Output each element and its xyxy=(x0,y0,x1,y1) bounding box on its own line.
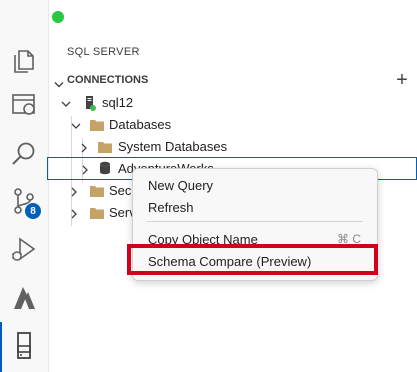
server-icon xyxy=(83,95,97,114)
menu-item-shortcut: ⌘ C xyxy=(337,232,361,246)
menu-item-label: Refresh xyxy=(148,200,194,215)
folder-icon xyxy=(90,185,104,200)
remote-explorer-icon[interactable] xyxy=(8,88,40,120)
activity-bar: 8 xyxy=(0,0,49,372)
menu-item-label: Schema Compare (Preview) xyxy=(148,254,312,269)
connections-label: CONNECTIONS xyxy=(67,74,149,86)
sidebar-title: SQL SERVER xyxy=(67,46,140,58)
context-menu: New Query Refresh Copy Object Name ⌘ C S… xyxy=(132,168,378,281)
explorer-icon[interactable] xyxy=(8,43,40,75)
server-label: sql12 xyxy=(102,95,134,110)
connections-section-header[interactable]: CONNECTIONS + xyxy=(50,70,417,90)
active-indicator xyxy=(0,322,2,372)
zoom-window-button[interactable] xyxy=(52,11,64,23)
menu-item-label: New Query xyxy=(148,178,214,193)
folder-icon xyxy=(90,119,104,134)
chevron-right-icon xyxy=(80,163,90,178)
search-icon[interactable] xyxy=(8,138,40,170)
sql-server-icon[interactable] xyxy=(8,330,40,362)
menu-item-schema-compare[interactable]: Schema Compare (Preview) xyxy=(135,250,375,272)
tree-item-system-databases[interactable]: System Databases xyxy=(48,136,417,158)
folder-icon xyxy=(90,207,104,222)
add-connection-button[interactable]: + xyxy=(393,70,411,90)
chevron-right-icon xyxy=(69,185,79,200)
menu-item-refresh[interactable]: Refresh xyxy=(135,196,375,218)
databases-label: Databases xyxy=(109,117,172,132)
run-debug-icon[interactable] xyxy=(8,233,40,265)
source-control-badge: 8 xyxy=(24,202,42,220)
chevron-down-icon xyxy=(61,97,71,112)
azure-icon[interactable] xyxy=(8,282,40,314)
database-icon xyxy=(99,161,111,178)
chevron-down-icon xyxy=(71,119,81,134)
chevron-right-icon xyxy=(69,207,79,222)
menu-separator xyxy=(147,221,363,222)
menu-item-copy-object-name[interactable]: Copy Object Name ⌘ C xyxy=(135,228,375,250)
chevron-right-icon xyxy=(79,141,89,156)
tree-item-databases[interactable]: Databases xyxy=(48,114,417,136)
menu-item-new-query[interactable]: New Query xyxy=(135,174,375,196)
system-databases-label: System Databases xyxy=(118,139,228,154)
menu-item-label: Copy Object Name xyxy=(148,232,258,247)
tree-item-server[interactable]: sql12 xyxy=(48,92,417,114)
folder-icon xyxy=(98,141,112,156)
